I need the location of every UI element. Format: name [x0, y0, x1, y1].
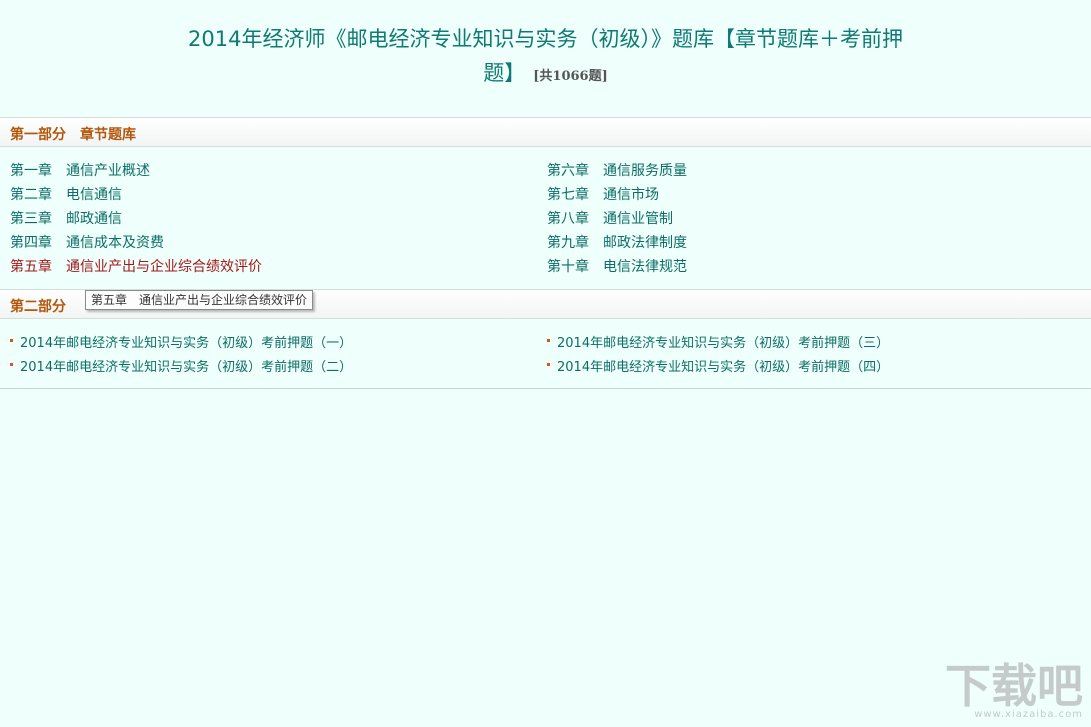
section-title-chapters: 第一部分 章节题库 [10, 124, 136, 144]
chapter-num: 第八章 [547, 211, 589, 227]
chapter-link-1[interactable]: 第一章 通信产业概述 [10, 159, 510, 183]
question-count: [共1066题] [533, 69, 608, 84]
chapter-link-8[interactable]: 第八章 通信业管制 [547, 207, 1047, 231]
chapter-name: 通信产业概述 [66, 163, 150, 179]
exam-link-3[interactable]: 2014年邮电经济专业知识与实务（初级）考前押题（三） [547, 332, 1067, 356]
chapter-name: 通信业产出与企业综合绩效评价 [66, 259, 262, 275]
title-line-2-text: 题】 [483, 61, 526, 85]
chapter-num: 第五章 [10, 259, 52, 275]
exam-title: 2014年邮电经济专业知识与实务（初级）考前押题（二） [20, 360, 353, 375]
chapter-link-5[interactable]: 第五章 通信业产出与企业综合绩效评价 [10, 255, 510, 279]
exam-title: 2014年邮电经济专业知识与实务（初级）考前押题（三） [557, 336, 890, 351]
chapter-name: 邮政法律制度 [603, 235, 687, 251]
chapter-name: 电信法律规范 [603, 259, 687, 275]
chapter-name: 通信服务质量 [603, 163, 687, 179]
chapter-name: 电信通信 [66, 187, 122, 203]
chapter-num: 第三章 [10, 211, 52, 227]
chapter-list-left: 第一章 通信产业概述 第二章 电信通信 第三章 邮政通信 第四章 通信成本及资费 第五章… [10, 159, 510, 279]
exam-list-left: 2014年邮电经济专业知识与实务（初级）考前押题（一） 2014年邮电经济专业知… [10, 332, 530, 380]
hover-tooltip: 第五章 通信业产出与企业综合绩效评价 [85, 290, 314, 310]
exam-title: 2014年邮电经济专业知识与实务（初级）考前押题（四） [557, 360, 890, 375]
chapter-name: 邮政通信 [66, 211, 122, 227]
content-bottom-divider [0, 388, 1091, 389]
chapter-link-2[interactable]: 第二章 电信通信 [10, 183, 510, 207]
section-header-chapters: 第一部分 章节题库 [0, 117, 1091, 147]
exam-link-2[interactable]: 2014年邮电经济专业知识与实务（初级）考前押题（二） [10, 356, 530, 380]
chapter-name: 通信业管制 [603, 211, 673, 227]
title-line-1: 2014年经济师《邮电经济专业知识与实务（初级）》题库【章节题库＋考前押 [188, 27, 903, 51]
section-part-label: 第一部分 [10, 127, 66, 143]
chapter-name: 通信市场 [603, 187, 659, 203]
chapter-link-4[interactable]: 第四章 通信成本及资费 [10, 231, 510, 255]
bullet-icon [547, 339, 550, 342]
chapter-link-7[interactable]: 第七章 通信市场 [547, 183, 1047, 207]
chapter-link-9[interactable]: 第九章 邮政法律制度 [547, 231, 1047, 255]
chapter-num: 第七章 [547, 187, 589, 203]
chapter-link-10[interactable]: 第十章 电信法律规范 [547, 255, 1047, 279]
exam-title: 2014年邮电经济专业知识与实务（初级）考前押题（一） [20, 336, 353, 351]
exam-link-1[interactable]: 2014年邮电经济专业知识与实务（初级）考前押题（一） [10, 332, 530, 356]
title-line-2: 题】 [共1066题] [0, 56, 1091, 94]
chapter-num: 第六章 [547, 163, 589, 179]
watermark-logo-text: 下载吧 [945, 659, 1083, 713]
section-name-label: 章节题库 [80, 127, 136, 143]
chapter-num: 第二章 [10, 187, 52, 203]
chapter-link-6[interactable]: 第六章 通信服务质量 [547, 159, 1047, 183]
section-title-exams: 第二部分 [10, 296, 66, 316]
page: 2014年经济师《邮电经济专业知识与实务（初级）》题库【章节题库＋考前押 题】 [… [0, 0, 1091, 727]
exam-link-4[interactable]: 2014年邮电经济专业知识与实务（初级）考前押题（四） [547, 356, 1067, 380]
chapter-num: 第一章 [10, 163, 52, 179]
bullet-icon [10, 339, 13, 342]
chapter-num: 第四章 [10, 235, 52, 251]
watermark-logo: 下载吧 www.xiazaiba.com [945, 663, 1083, 721]
exam-list-right: 2014年邮电经济专业知识与实务（初级）考前押题（三） 2014年邮电经济专业知… [547, 332, 1067, 380]
bullet-icon [547, 363, 550, 366]
chapter-name: 通信成本及资费 [66, 235, 164, 251]
section-part-label: 第二部分 [10, 299, 66, 315]
chapter-num: 第十章 [547, 259, 589, 275]
bullet-icon [10, 363, 13, 366]
page-title: 2014年经济师《邮电经济专业知识与实务（初级）》题库【章节题库＋考前押 题】 [… [0, 22, 1091, 94]
chapter-num: 第九章 [547, 235, 589, 251]
chapter-link-3[interactable]: 第三章 邮政通信 [10, 207, 510, 231]
chapter-list-right: 第六章 通信服务质量 第七章 通信市场 第八章 通信业管制 第九章 邮政法律制度 第十章… [547, 159, 1047, 279]
